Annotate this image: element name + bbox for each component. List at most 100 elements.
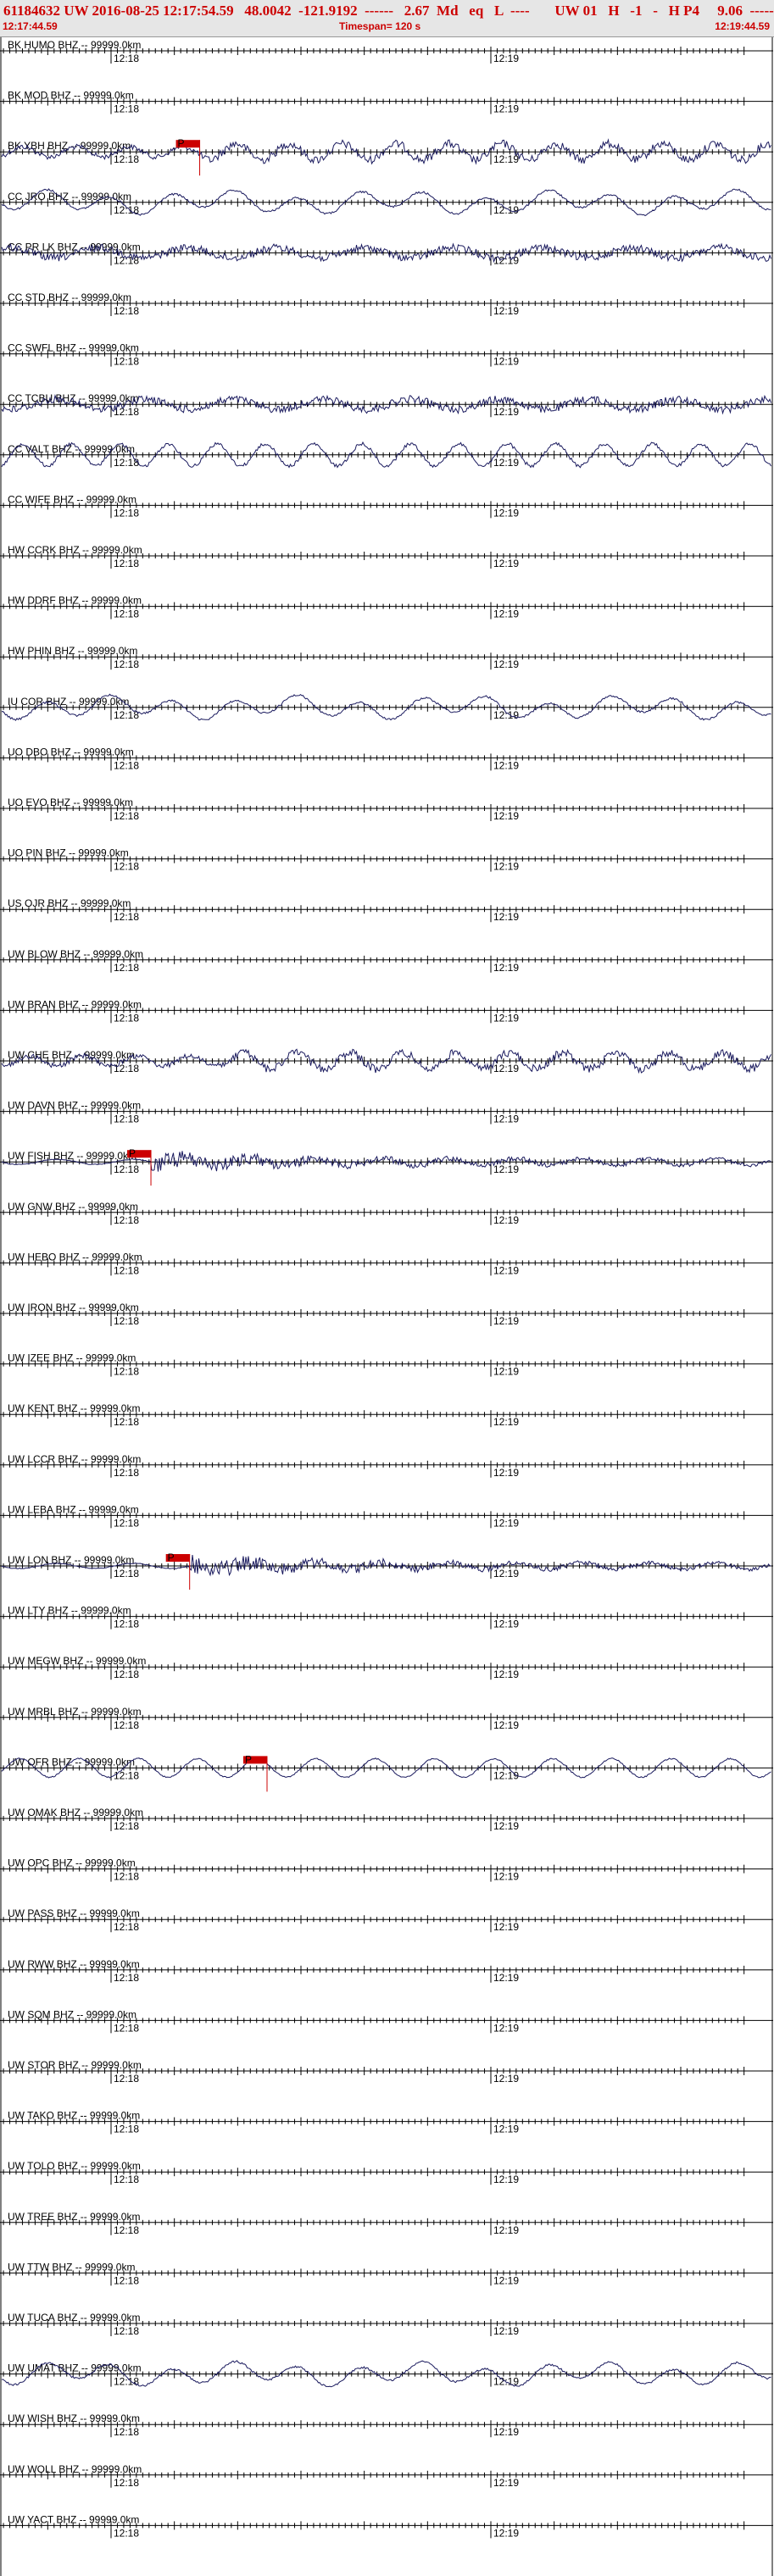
channel-label: UW OMAK BHZ -- 99999.0km	[8, 1807, 143, 1818]
minute-label: 12:19	[493, 406, 519, 418]
minute-label: 12:18	[114, 558, 139, 569]
minute-label: 12:18	[114, 962, 139, 974]
minute-label: 12:18	[114, 759, 139, 771]
channel-label: UW KENT BHZ -- 99999.0km	[8, 1402, 140, 1414]
channel-label: UW MRBL BHZ -- 99999.0km	[8, 1706, 142, 1718]
minute-label: 12:18	[114, 1366, 139, 1378]
minute-label: 12:19	[493, 1366, 519, 1378]
minute-label: 12:19	[493, 1163, 519, 1175]
channel-label: UW LTY BHZ -- 99999.0km	[8, 1605, 131, 1617]
channel-label: BK HUMO BHZ -- 99999.0km	[8, 39, 141, 51]
minute-label: 12:18	[114, 861, 139, 873]
minute-label: 12:18	[114, 1769, 139, 1781]
minute-label: 12:18	[114, 1416, 139, 1428]
minute-label: 12:19	[493, 1113, 519, 1125]
channel-label: CC VALT BHZ -- 99999.0km	[8, 443, 135, 455]
minute-label: 12:19	[493, 1972, 519, 1984]
channel-label: UO DBO BHZ -- 99999.0km	[8, 746, 134, 758]
channel-label: CC STD BHZ -- 99999.0km	[8, 291, 131, 303]
minute-label: 12:18	[114, 1719, 139, 1731]
minute-label: 12:19	[493, 1012, 519, 1024]
minute-label: 12:19	[493, 810, 519, 822]
minute-label: 12:18	[114, 1264, 139, 1276]
minute-label: 12:19	[493, 1668, 519, 1680]
minute-label: 12:19	[493, 962, 519, 974]
channel-label: UW BLOW BHZ -- 99999.0km	[8, 948, 143, 960]
minute-label: 12:18	[114, 1618, 139, 1630]
minute-label: 12:19	[493, 658, 519, 670]
minute-label: 12:18	[114, 1063, 139, 1074]
channel-label: HW DDRF BHZ -- 99999.0km	[8, 595, 142, 607]
minute-label: 12:19	[493, 103, 519, 115]
channel-label: UO PIN BHZ -- 99999.0km	[8, 847, 129, 859]
minute-label: 12:18	[114, 911, 139, 923]
minute-label: 12:19	[493, 911, 519, 923]
minute-label: 12:18	[114, 2022, 139, 2034]
pick-label: P	[245, 1753, 252, 1765]
minute-label: 12:19	[493, 305, 519, 317]
channel-label: HW PHIN BHZ -- 99999.0km	[8, 645, 137, 657]
channel-label: UW LON BHZ -- 99999.0km	[8, 1554, 134, 1566]
channel-label: HW CCRK BHZ -- 99999.0km	[8, 544, 142, 556]
minute-label: 12:18	[114, 53, 139, 64]
channel-label: UW DAVN BHZ -- 99999.0km	[8, 1100, 141, 1112]
minute-label: 12:19	[493, 709, 519, 721]
minute-label: 12:18	[114, 1467, 139, 1479]
minute-label: 12:18	[114, 406, 139, 418]
minute-label: 12:19	[493, 1416, 519, 1428]
minute-label: 12:19	[493, 1618, 519, 1630]
minute-label: 12:18	[114, 1871, 139, 1883]
channel-label: CC JRO BHZ -- 99999.0km	[8, 191, 131, 203]
channel-label: UW BRAN BHZ -- 99999.0km	[8, 998, 142, 1010]
minute-label: 12:18	[114, 153, 139, 165]
minute-label: 12:18	[114, 1972, 139, 1984]
minute-label: 12:19	[493, 1921, 519, 1933]
minute-label: 12:18	[114, 507, 139, 519]
channel-label: UW IZEE BHZ -- 99999.0km	[8, 1352, 136, 1364]
minute-label: 12:19	[493, 608, 519, 620]
channel-label: UO EVO BHZ -- 99999.0km	[8, 797, 133, 808]
minute-label: 12:18	[114, 457, 139, 469]
minute-label: 12:18	[114, 1921, 139, 1933]
minute-label: 12:19	[493, 1063, 519, 1074]
minute-label: 12:19	[493, 1719, 519, 1731]
minute-label: 12:18	[114, 608, 139, 620]
minute-label: 12:19	[493, 507, 519, 519]
minute-label: 12:18	[114, 1214, 139, 1226]
channel-label: UW CHE BHZ -- 99999.0km	[8, 1049, 135, 1061]
minute-label: 12:19	[493, 356, 519, 368]
channel-label: UW PASS BHZ -- 99999.0km	[8, 1907, 140, 1919]
seismogram-panel[interactable]: BK HUMO BHZ -- 99999.0km 12:18 12:19 BK MOD…	[0, 0, 774, 2576]
minute-label: 12:19	[493, 2073, 519, 2085]
minute-label: 12:19	[493, 457, 519, 469]
minute-label: 12:19	[493, 1214, 519, 1226]
pick-label: P	[129, 1147, 136, 1159]
minute-label: 12:18	[114, 356, 139, 368]
channel-label: UW RWW BHZ -- 99999.0km	[8, 1958, 140, 1970]
channel-label: BK MOD BHZ -- 99999.0km	[8, 90, 134, 102]
minute-label: 12:18	[114, 1113, 139, 1125]
minute-label: 12:19	[493, 1769, 519, 1781]
minute-label: 12:19	[493, 861, 519, 873]
channel-label: UW LCCR BHZ -- 99999.0km	[8, 1453, 141, 1465]
minute-label: 12:18	[114, 2073, 139, 2085]
minute-label: 12:18	[114, 305, 139, 317]
minute-label: 12:19	[493, 1820, 519, 1832]
minute-label: 12:19	[493, 204, 519, 216]
minute-label: 12:19	[493, 1467, 519, 1479]
minute-label: 12:18	[114, 103, 139, 115]
minute-label: 12:19	[493, 759, 519, 771]
minute-label: 12:18	[114, 1163, 139, 1175]
minute-label: 12:18	[114, 810, 139, 822]
channel-label: US OJR BHZ -- 99999.0km	[8, 897, 131, 909]
minute-label: 12:18	[114, 1668, 139, 1680]
channel-label: BK YBH BHZ -- 99999.0km	[8, 140, 131, 152]
minute-label: 12:18	[114, 1517, 139, 1529]
minute-label: 12:19	[493, 558, 519, 569]
minute-label: 12:19	[493, 1568, 519, 1579]
minute-label: 12:18	[114, 1012, 139, 1024]
minute-label: 12:18	[114, 1820, 139, 1832]
minute-label: 12:19	[493, 53, 519, 64]
channel-label: UW HEBO BHZ -- 99999.0km	[8, 1251, 142, 1263]
minute-label: 12:19	[493, 2022, 519, 2034]
